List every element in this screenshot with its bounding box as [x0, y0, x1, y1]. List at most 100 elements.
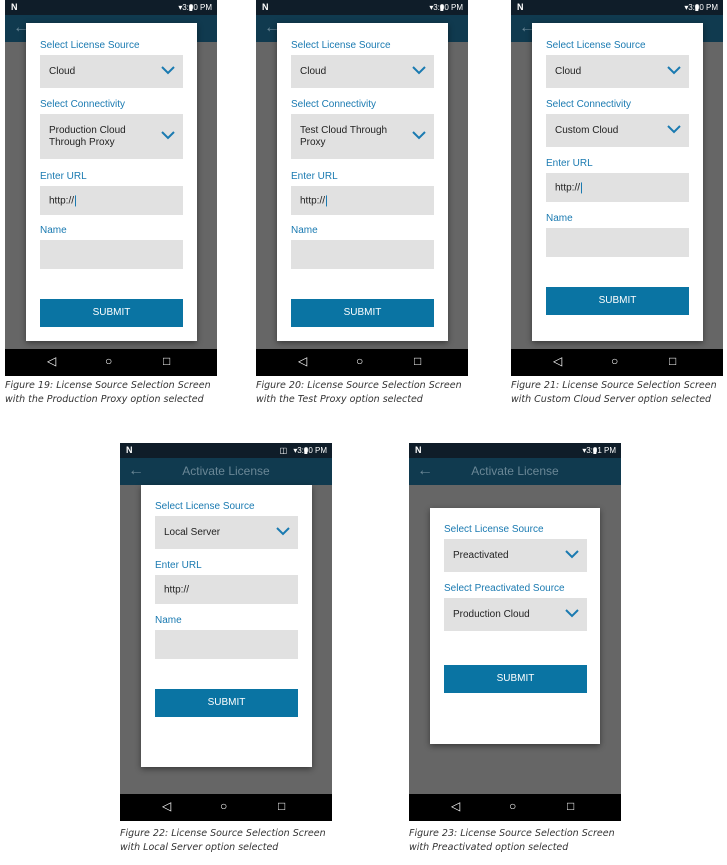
status-bar: N ◫ ▾ ▮ 3:00 PM — [120, 443, 332, 458]
url-value: http:// — [49, 194, 77, 207]
preactivated-source-label: Select Preactivated Source — [444, 583, 565, 594]
nav-bar: ◁ ○ □ — [120, 794, 332, 821]
circle-home-icon[interactable]: ○ — [611, 354, 618, 368]
square-recents-icon[interactable]: □ — [278, 799, 285, 813]
license-source-value: Local Server — [164, 526, 221, 538]
n-logo-icon: N — [126, 445, 133, 455]
preactivated-source-select[interactable]: Production Cloud — [444, 598, 587, 631]
license-source-select[interactable]: Local Server — [155, 516, 298, 549]
phone-screen: N ▾ ▮ 3:00 PM ← Select License Source Cl… — [5, 0, 217, 376]
url-field[interactable]: http:// — [155, 575, 298, 604]
license-source-select[interactable]: Cloud — [291, 55, 434, 88]
url-field[interactable]: http:// — [546, 173, 689, 202]
enter-url-label: Enter URL — [291, 171, 338, 182]
name-field[interactable] — [546, 228, 689, 257]
status-time: 3:00 PM — [182, 3, 212, 12]
app-bar: ← Activate License — [120, 458, 332, 485]
license-source-value: Cloud — [49, 65, 76, 77]
connectivity-value: Test Cloud Through Proxy — [300, 124, 388, 148]
circle-home-icon[interactable]: ○ — [356, 354, 363, 368]
chevron-down-icon — [565, 608, 579, 617]
status-bar: N ▾ ▮ 3:00 PM — [5, 0, 217, 15]
figure-23: N ▾ ▮ 3:01 PM ← Activate License Select … — [409, 443, 624, 861]
name-field[interactable] — [291, 240, 434, 269]
phone-screen: N ▾ ▮ 3:01 PM ← Activate License Select … — [409, 443, 621, 821]
submit-button[interactable]: SUBMIT — [444, 665, 587, 693]
text-cursor — [75, 194, 77, 206]
status-bar: N ▾ ▮ 3:00 PM — [511, 0, 723, 15]
license-source-value: Preactivated — [453, 549, 509, 561]
figure-caption: Figure 19: License Source Selection Scre… — [5, 380, 211, 405]
status-bar: N ▾ ▮ 3:00 PM — [256, 0, 468, 15]
text-cursor — [581, 181, 583, 193]
connectivity-select[interactable]: Custom Cloud — [546, 114, 689, 147]
n-logo-icon: N — [11, 2, 18, 12]
n-logo-icon: N — [262, 2, 269, 12]
triangle-back-icon[interactable]: ◁ — [298, 354, 307, 368]
chevron-down-icon — [412, 65, 426, 74]
circle-home-icon[interactable]: ○ — [220, 799, 227, 813]
submit-button[interactable]: SUBMIT — [155, 689, 298, 717]
nav-bar: ◁ ○ □ — [256, 349, 468, 376]
nav-bar: ◁ ○ □ — [511, 349, 723, 376]
phone-screen: N ▾ ▮ 3:00 PM ← Select License Source Cl… — [256, 0, 468, 376]
license-source-label: Select License Source — [444, 524, 544, 535]
figure-caption: Figure 20: License Source Selection Scre… — [256, 380, 462, 405]
square-recents-icon[interactable]: □ — [669, 354, 676, 368]
enter-url-label: Enter URL — [40, 171, 87, 182]
circle-home-icon[interactable]: ○ — [105, 354, 112, 368]
name-field[interactable] — [155, 630, 298, 659]
status-time: 3:01 PM — [586, 446, 616, 455]
chevron-down-icon — [412, 130, 426, 139]
square-recents-icon[interactable]: □ — [414, 354, 421, 368]
nav-bar: ◁ ○ □ — [409, 794, 621, 821]
connectivity-value: Production Cloud Through Proxy — [49, 124, 126, 148]
n-logo-icon: N — [415, 445, 422, 455]
figure-caption: Figure 22: License Source Selection Scre… — [120, 828, 326, 853]
square-recents-icon[interactable]: □ — [567, 799, 574, 813]
license-dialog: Select License Source Cloud Select Conne… — [532, 23, 703, 341]
connectivity-select[interactable]: Production Cloud Through Proxy — [40, 114, 183, 159]
text-cursor — [326, 194, 328, 206]
figure-22: N ◫ ▾ ▮ 3:00 PM ← Activate License Selec… — [120, 443, 335, 861]
figure-21: N ▾ ▮ 3:00 PM ← Select License Source Cl… — [511, 0, 726, 410]
license-source-label: Select License Source — [546, 40, 646, 51]
submit-button[interactable]: SUBMIT — [546, 287, 689, 315]
chevron-down-icon — [565, 549, 579, 558]
license-source-select[interactable]: Preactivated — [444, 539, 587, 572]
square-recents-icon[interactable]: □ — [163, 354, 170, 368]
url-field[interactable]: http:// — [291, 186, 434, 215]
triangle-back-icon[interactable]: ◁ — [47, 354, 56, 368]
status-time: 3:00 PM — [688, 3, 718, 12]
enter-url-label: Enter URL — [546, 158, 593, 169]
triangle-back-icon[interactable]: ◁ — [162, 799, 171, 813]
submit-button[interactable]: SUBMIT — [291, 299, 434, 327]
enter-url-label: Enter URL — [155, 560, 202, 571]
connectivity-label: Select Connectivity — [40, 99, 126, 110]
triangle-back-icon[interactable]: ◁ — [553, 354, 562, 368]
license-dialog: Select License Source Cloud Select Conne… — [26, 23, 197, 341]
license-dialog: Select License Source Cloud Select Conne… — [277, 23, 448, 341]
license-source-select[interactable]: Cloud — [546, 55, 689, 88]
submit-button[interactable]: SUBMIT — [40, 299, 183, 327]
status-bar: N ▾ ▮ 3:01 PM — [409, 443, 621, 458]
status-time: 3:00 PM — [433, 3, 463, 12]
name-field[interactable] — [40, 240, 183, 269]
license-source-value: Cloud — [300, 65, 327, 77]
license-source-label: Select License Source — [40, 40, 140, 51]
url-field[interactable]: http:// — [40, 186, 183, 215]
chevron-down-icon — [161, 130, 175, 139]
connectivity-select[interactable]: Test Cloud Through Proxy — [291, 114, 434, 159]
url-value: http:// — [300, 194, 328, 207]
license-source-label: Select License Source — [155, 501, 255, 512]
circle-home-icon[interactable]: ○ — [509, 799, 516, 813]
name-label: Name — [155, 615, 182, 626]
nav-bar: ◁ ○ □ — [5, 349, 217, 376]
triangle-back-icon[interactable]: ◁ — [451, 799, 460, 813]
chevron-down-icon — [276, 526, 290, 535]
name-label: Name — [40, 225, 67, 236]
license-source-select[interactable]: Cloud — [40, 55, 183, 88]
figure-20: N ▾ ▮ 3:00 PM ← Select License Source Cl… — [256, 0, 471, 410]
connectivity-value: Custom Cloud — [555, 124, 619, 136]
chevron-down-icon — [161, 65, 175, 74]
